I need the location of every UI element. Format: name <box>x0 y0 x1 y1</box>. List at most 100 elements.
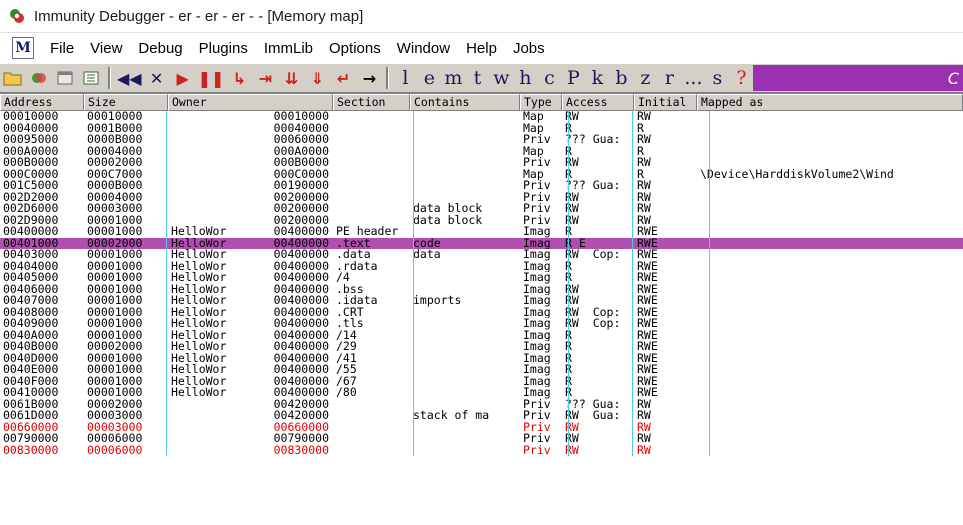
goto-icon[interactable]: → <box>358 66 380 90</box>
owner-cell: 00660000 <box>168 422 333 434</box>
owner-cell: 00040000 <box>168 123 333 135</box>
table-row[interactable]: 00830000 00006000 00830000 Priv RW RW <box>0 445 963 457</box>
owner-cell: 00200000 <box>168 192 333 204</box>
pause-icon[interactable]: ❚❚ <box>198 66 225 90</box>
executable-modules-button[interactable]: e <box>417 67 441 89</box>
initial-cell: RW <box>637 111 651 123</box>
table-row[interactable]: 00403000 00001000 HelloWor 00400000 .data dat… <box>0 249 963 261</box>
column-header-initial[interactable]: Initial <box>634 94 697 111</box>
menu-immlib[interactable]: ImmLib <box>256 40 321 57</box>
stop-icon[interactable]: ✕ <box>146 66 168 90</box>
table-row[interactable]: 002D9000 00001000 00200000 data block Priv RW… <box>0 215 963 227</box>
table-row[interactable]: 00407000 00001000 HelloWor 00400000 .idata im… <box>0 295 963 307</box>
address-cell: 00401000 <box>3 237 59 249</box>
table-row[interactable]: 00400000 00001000 HelloWor 00400000 PE heade… <box>0 226 963 238</box>
column-header-owner[interactable]: Owner <box>168 94 333 111</box>
table-row[interactable]: 00406000 00001000 HelloWor 00400000 .bss Imag… <box>0 284 963 296</box>
column-header-contains[interactable]: Contains <box>410 94 520 111</box>
call-stack-button[interactable]: k <box>585 67 609 89</box>
table-row[interactable]: 00010000 00010000 00010000 Map RW RW <box>0 111 963 123</box>
table-row[interactable]: 000B0000 00002000 000B0000 Priv RW RW <box>0 157 963 169</box>
run-icon[interactable]: ▶ <box>172 66 194 90</box>
table-row[interactable]: 002D6000 00003000 00200000 data block Priv RW… <box>0 203 963 215</box>
log-button[interactable]: l <box>393 67 417 89</box>
table-row[interactable]: 000A0000 00004000 000A0000 Map RR <box>0 146 963 158</box>
rewind-icon[interactable]: ◀◀ <box>117 66 142 90</box>
type-cell: Priv <box>523 214 551 226</box>
mapped-as-cell <box>697 238 963 250</box>
table-row[interactable]: 00401000 00002000 HelloWor 00400000 .text cod… <box>0 237 963 250</box>
size-cell: 00006000 <box>87 433 143 445</box>
address-cell: 00830000 <box>3 444 59 456</box>
column-header-size[interactable]: Size <box>84 94 168 111</box>
table-row[interactable]: 00404000 00001000 HelloWor 00400000 .rdata Im… <box>0 261 963 273</box>
handles-button[interactable]: h <box>513 67 537 89</box>
cpu-button[interactable]: c <box>537 67 561 89</box>
access-cell: R <box>562 146 634 158</box>
table-row[interactable]: 0040B000 00002000 HelloWor 00400000/29 Imag R… <box>0 341 963 353</box>
initial-cell: RW <box>637 203 651 215</box>
windows-button[interactable]: w <box>489 67 513 89</box>
mapped-as-cell <box>697 410 963 422</box>
contains-cell <box>410 445 520 457</box>
initial-cell: R <box>637 145 644 157</box>
section-cell: /14 <box>336 329 357 341</box>
table-row[interactable]: 00660000 00003000 00660000 Priv RW RW <box>0 422 963 434</box>
table-row[interactable]: 000C0000 000C7000 000C0000 Map RR \Device\Har… <box>0 169 963 181</box>
contains-cell: imports <box>413 295 462 307</box>
memory-icon[interactable] <box>80 66 102 90</box>
type-cell: Imag <box>523 329 551 341</box>
run-trace-button[interactable]: ... <box>681 67 705 89</box>
trace-into-icon[interactable]: ⇊ <box>280 66 302 90</box>
table-row[interactable]: 0040A000 00001000 HelloWor 00400000/14 Imag R… <box>0 330 963 342</box>
threads-button[interactable]: t <box>465 67 489 89</box>
module-logo-icon[interactable]: M <box>12 37 34 59</box>
table-row[interactable]: 00040000 0001B000 00040000 Map RR <box>0 123 963 135</box>
menu-file[interactable]: File <box>42 40 82 57</box>
close-window-icon[interactable] <box>54 66 76 90</box>
menu-view[interactable]: View <box>82 40 130 57</box>
menu-options[interactable]: Options <box>321 40 389 57</box>
step-over-icon[interactable]: ⇥ <box>254 66 276 90</box>
menu-window[interactable]: Window <box>389 40 458 57</box>
z-button[interactable]: z <box>633 67 657 89</box>
table-row[interactable]: 0040E000 00001000 HelloWor 00400000/55 Imag R… <box>0 364 963 376</box>
table-row[interactable]: 0040F000 00001000 HelloWor 00400000/67 Imag R… <box>0 376 963 388</box>
table-row[interactable]: 00405000 00001000 HelloWor 00400000/4 Imag RR… <box>0 272 963 284</box>
source-button[interactable]: s <box>705 67 729 89</box>
address-cell: 000B0000 <box>3 157 59 169</box>
section-cell: PE header <box>336 226 399 238</box>
table-row[interactable]: 00790000 00006000 00790000 Priv RW RW <box>0 433 963 445</box>
execute-till-return-icon[interactable]: ↵ <box>332 66 354 90</box>
size-cell: 00001000 <box>87 260 143 272</box>
trace-over-icon[interactable]: ⇓ <box>306 66 328 90</box>
mapped-as-cell <box>697 111 963 123</box>
table-row[interactable]: 001C5000 0000B000 00190000 Priv ??? Gua: RW <box>0 180 963 192</box>
patches-button[interactable]: P <box>561 67 585 89</box>
step-into-icon[interactable]: ↳ <box>228 66 250 90</box>
references-button[interactable]: r <box>657 67 681 89</box>
restart-icon[interactable] <box>28 66 50 90</box>
help-button[interactable]: ? <box>729 67 753 89</box>
column-header-mapped-as[interactable]: Mapped as <box>697 94 963 111</box>
open-icon[interactable] <box>2 66 24 90</box>
table-row[interactable]: 00408000 00001000 HelloWor 00400000 .CRT Imag… <box>0 307 963 319</box>
table-row[interactable]: 0061D000 00003000 00420000 stack of ma Priv R… <box>0 410 963 422</box>
table-row[interactable]: 0061B000 00002000 00420000 Priv ??? Gua: RW <box>0 399 963 411</box>
table-row[interactable]: 0040D000 00001000 HelloWor 00400000/41 Imag R… <box>0 353 963 365</box>
column-header-address[interactable]: Address <box>0 94 84 111</box>
table-row[interactable]: 00095000 0000B000 00060000 Priv ??? Gua: RW <box>0 134 963 146</box>
column-header-section[interactable]: Section <box>333 94 410 111</box>
menu-jobs[interactable]: Jobs <box>505 40 553 57</box>
breakpoints-button[interactable]: b <box>609 67 633 89</box>
column-header-type[interactable]: Type <box>520 94 562 111</box>
table-row[interactable]: 002D2000 00004000 00200000 Priv RW RW <box>0 192 963 204</box>
menu-plugins[interactable]: Plugins <box>191 40 256 57</box>
column-header-access[interactable]: Access <box>562 94 634 111</box>
menu-help[interactable]: Help <box>458 40 505 57</box>
memory-map-button[interactable]: m <box>441 67 465 89</box>
size-cell: 0000B000 <box>87 134 143 146</box>
menu-debug[interactable]: Debug <box>130 40 190 57</box>
table-row[interactable]: 00409000 00001000 HelloWor 00400000 .tls Imag… <box>0 318 963 330</box>
table-row[interactable]: 00410000 00001000 HelloWor 00400000/80 Imag R… <box>0 387 963 399</box>
